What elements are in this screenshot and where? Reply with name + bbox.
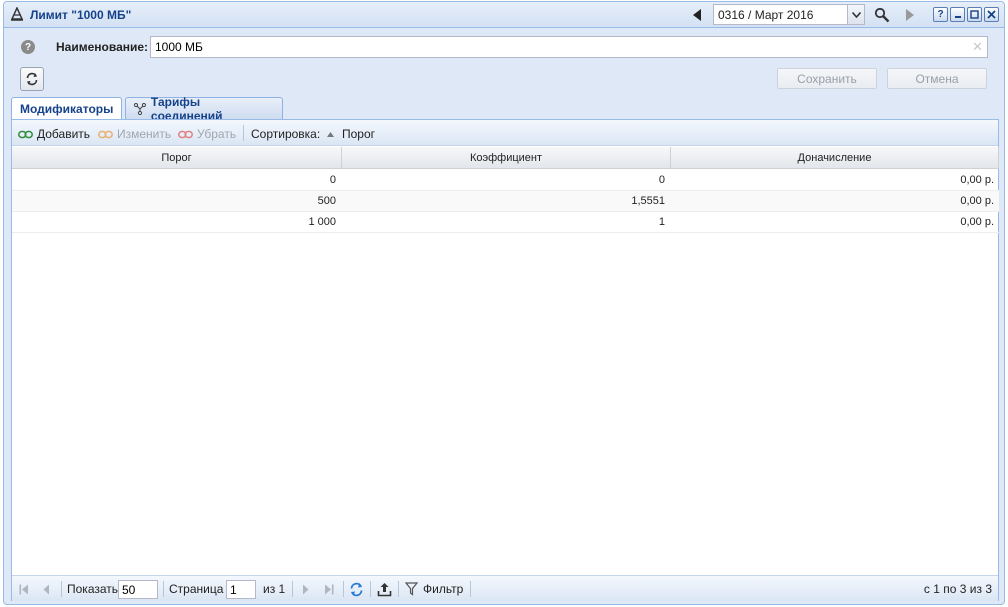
reload-button[interactable]: [349, 576, 364, 602]
table-row[interactable]: 0 0 0,00 р.: [12, 170, 999, 191]
edit-button[interactable]: Изменить: [98, 127, 171, 141]
remove-button[interactable]: Убрать: [178, 127, 236, 141]
first-page-icon: [19, 584, 28, 594]
first-page-button[interactable]: [19, 576, 29, 602]
remove-label: Убрать: [197, 127, 237, 141]
tab-label: Модификаторы: [20, 102, 114, 116]
title-bar: Лимит "1000 МБ" 0316 / Март 2016 ?: [4, 2, 1004, 28]
prev-page-icon: [43, 584, 49, 594]
close-icon: [987, 10, 996, 19]
column-header-coefficient[interactable]: Коэффициент: [342, 147, 671, 169]
sort-field-label: Порог: [342, 127, 376, 141]
arrow-right-icon: [906, 9, 914, 21]
cell-threshold: 500: [317, 195, 336, 207]
period-select[interactable]: 0316 / Март 2016: [713, 4, 865, 25]
pager-separator: [163, 581, 164, 597]
tab-connection-tariffs[interactable]: Тарифы соединений: [125, 95, 283, 123]
filter-icon: [405, 582, 418, 596]
limit-window: Лимит "1000 МБ" 0316 / Март 2016 ? ? Наи…: [3, 1, 1005, 605]
export-button[interactable]: [377, 576, 392, 602]
table-row[interactable]: 1 000 1 0,00 р.: [12, 212, 999, 233]
prev-page-button[interactable]: [43, 576, 50, 602]
sort-field-button[interactable]: Порог: [327, 127, 375, 141]
save-button[interactable]: Сохранить: [777, 68, 877, 89]
next-period-button[interactable]: [900, 5, 920, 25]
search-button[interactable]: [871, 5, 893, 25]
refresh-icon: [26, 72, 38, 86]
toolbar-separator: [243, 125, 244, 141]
link-add-icon: [18, 130, 33, 138]
cell-surcharge: 0,00 р.: [960, 216, 994, 228]
search-icon: [874, 7, 890, 23]
cell-coefficient: 1,5551: [631, 195, 665, 207]
add-button[interactable]: Добавить: [18, 127, 90, 141]
column-header-threshold[interactable]: Порог: [12, 147, 342, 169]
cell-threshold: 0: [329, 174, 336, 186]
prev-period-button[interactable]: [687, 5, 707, 25]
cancel-button[interactable]: Отмена: [887, 68, 987, 89]
page-number-input[interactable]: [226, 580, 256, 599]
sort-asc-icon: [327, 131, 334, 137]
sort-label: Сортировка:: [251, 127, 321, 141]
network-icon: [134, 102, 146, 115]
cell-coefficient: 0: [658, 174, 665, 186]
grid-toolbar: Добавить Изменить Убрать Сортировка: Пор…: [12, 120, 998, 146]
minimize-button[interactable]: [950, 7, 965, 22]
link-edit-icon: [98, 130, 113, 138]
filter-button[interactable]: Фильтр: [405, 576, 463, 602]
records-summary: с 1 по 3 из 3: [923, 582, 992, 596]
pager-separator: [292, 581, 293, 597]
edit-label: Изменить: [117, 127, 172, 141]
chevron-down-icon[interactable]: [847, 5, 864, 24]
page-size-input[interactable]: [118, 580, 158, 599]
next-page-button[interactable]: [302, 576, 309, 602]
pagination-bar: Показать Страница из 1: [12, 575, 998, 601]
pager-separator: [61, 581, 62, 597]
upload-icon: [377, 582, 392, 596]
maximize-icon: [970, 10, 979, 19]
name-input[interactable]: [150, 36, 988, 58]
window-title: Лимит "1000 МБ": [30, 8, 132, 22]
table-row[interactable]: 500 1,5551 0,00 р.: [12, 191, 999, 212]
modifiers-panel: Добавить Изменить Убрать Сортировка: Пор…: [11, 119, 999, 601]
refresh-button[interactable]: [20, 67, 44, 91]
arrow-left-icon: [693, 9, 701, 21]
tab-modifiers[interactable]: Модификаторы: [11, 97, 122, 120]
help-button[interactable]: ?: [933, 7, 948, 22]
last-page-button[interactable]: [324, 576, 334, 602]
cell-coefficient: 1: [658, 216, 665, 228]
pager-separator: [470, 581, 471, 597]
minimize-icon: [954, 15, 961, 18]
link-remove-icon: [178, 130, 193, 138]
period-value: 0316 / Март 2016: [718, 8, 814, 22]
column-header-surcharge[interactable]: Доначисление: [671, 147, 999, 169]
pager-separator: [370, 581, 371, 597]
page-size-label: Показать: [67, 582, 119, 596]
next-page-icon: [303, 584, 309, 594]
name-label: Наименование:: [56, 40, 149, 54]
reload-icon: [350, 582, 363, 596]
clear-icon[interactable]: ✕: [972, 39, 983, 55]
pager-separator: [343, 581, 344, 597]
cell-surcharge: 0,00 р.: [960, 195, 994, 207]
page-count-label: из 1: [263, 582, 286, 596]
close-button[interactable]: [984, 7, 999, 22]
help-icon: ?: [937, 8, 944, 20]
cell-threshold: 1 000: [308, 216, 336, 228]
last-page-icon: [325, 584, 334, 594]
question-icon[interactable]: ?: [21, 40, 35, 54]
cell-surcharge: 0,00 р.: [960, 174, 994, 186]
add-label: Добавить: [37, 127, 91, 141]
page-label: Страница: [169, 582, 224, 596]
limit-icon: [10, 7, 24, 21]
filter-label: Фильтр: [423, 582, 464, 596]
pager-separator: [398, 581, 399, 597]
maximize-button[interactable]: [967, 7, 982, 22]
grid-header: Порог Коэффициент Доначисление: [12, 147, 999, 169]
